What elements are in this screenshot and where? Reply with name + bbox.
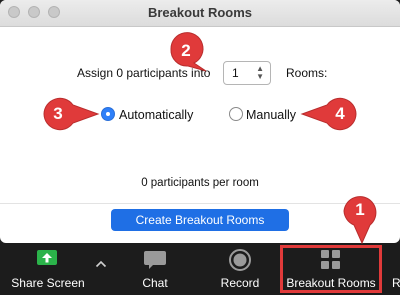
chat-label: Chat bbox=[142, 276, 168, 290]
title-bar: Breakout Rooms bbox=[0, 0, 400, 27]
callout-badge-1: 1 bbox=[340, 193, 384, 245]
rooms-count-value: 1 bbox=[232, 66, 239, 80]
record-label: Record bbox=[220, 276, 260, 290]
stepper-arrows-icon[interactable]: ▲ ▼ bbox=[256, 65, 264, 81]
record-dot-icon bbox=[229, 249, 251, 271]
share-screen-label: Share Screen bbox=[11, 276, 85, 290]
rooms-label: Rooms: bbox=[286, 66, 328, 80]
breakout-rooms-highlight-box bbox=[280, 245, 382, 293]
chat-button[interactable]: Chat bbox=[125, 243, 185, 295]
callout-number: 3 bbox=[53, 104, 63, 123]
rooms-count-stepper[interactable]: 1 ▲ ▼ bbox=[223, 61, 271, 85]
callout-number: 2 bbox=[181, 41, 191, 60]
automatically-radio[interactable] bbox=[101, 107, 115, 121]
callout-number: 4 bbox=[335, 104, 345, 123]
more-button[interactable]: R bbox=[392, 243, 400, 295]
participants-per-room-text: 0 participants per room bbox=[141, 177, 259, 189]
manually-label[interactable]: Manually bbox=[246, 108, 296, 122]
callout-badge-3: 3 bbox=[40, 94, 100, 138]
more-label: R bbox=[392, 276, 400, 290]
window-title: Breakout Rooms bbox=[147, 5, 253, 20]
callout-badge-2: 2 bbox=[166, 31, 210, 75]
chevron-up-icon[interactable] bbox=[95, 259, 107, 269]
callout-number: 1 bbox=[355, 200, 365, 219]
record-button[interactable]: Record bbox=[210, 243, 270, 295]
speech-bubble-icon bbox=[144, 251, 166, 269]
automatically-label[interactable]: Automatically bbox=[119, 108, 193, 122]
share-screen-icon bbox=[37, 250, 57, 265]
zoom-breakout-screen: Breakout Rooms Assign 0 participants int… bbox=[0, 0, 400, 295]
manually-radio[interactable] bbox=[229, 107, 243, 121]
share-screen-button[interactable]: Share Screen bbox=[0, 243, 96, 295]
callout-badge-4: 4 bbox=[300, 94, 360, 138]
create-breakout-rooms-button[interactable]: Create Breakout Rooms bbox=[111, 209, 289, 231]
